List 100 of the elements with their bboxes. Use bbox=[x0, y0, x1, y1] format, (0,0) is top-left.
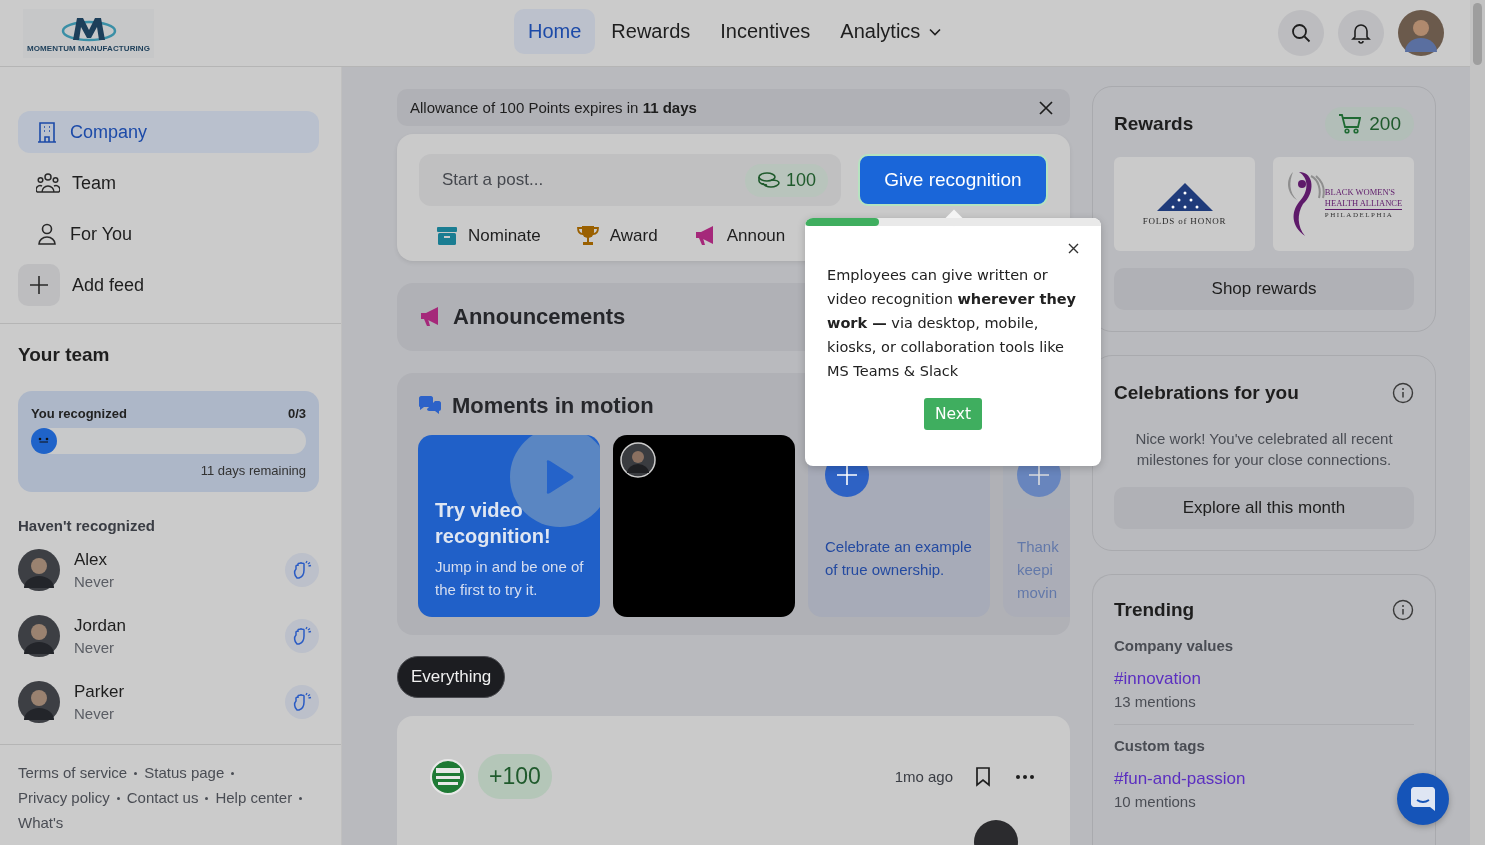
footer-link[interactable]: Help center bbox=[215, 787, 293, 809]
nav-tab[interactable]: Analytics bbox=[826, 9, 956, 54]
card-title: Celebrations for you bbox=[1114, 382, 1299, 404]
promo-title: Try video recognition! bbox=[435, 498, 552, 549]
logo[interactable]: MOMENTUM MANUFACTURING bbox=[23, 8, 155, 58]
chat-bubbles-icon bbox=[418, 396, 442, 416]
section-subtitle: Haven't recognized bbox=[18, 517, 156, 534]
progress-count: 0/3 bbox=[287, 406, 306, 421]
prompt-text: Thank bbox=[1017, 537, 1059, 557]
video-promo-card[interactable]: Try video recognition! Jump in and be one of the first to try it. bbox=[418, 435, 600, 617]
feed-item[interactable]: Company bbox=[18, 111, 319, 153]
coins-icon bbox=[756, 171, 781, 189]
action-button[interactable]: Award bbox=[576, 223, 658, 249]
group-label: Company values bbox=[1114, 637, 1235, 654]
face-icon[interactable] bbox=[31, 428, 57, 454]
mention-count: 13 mentions bbox=[1114, 693, 1196, 710]
avatar bbox=[18, 681, 60, 723]
feed-item[interactable]: Team bbox=[18, 162, 319, 204]
celebrations-text: Nice work! You've celebrated all recent milestones for your close connections. bbox=[1134, 429, 1394, 470]
clap-icon bbox=[292, 560, 312, 580]
flag-triangle-icon bbox=[1156, 182, 1213, 211]
info-icon[interactable] bbox=[1392, 599, 1414, 621]
avatar bbox=[620, 442, 656, 478]
separator-dot bbox=[134, 771, 138, 775]
action-button[interactable]: Nominate bbox=[437, 223, 541, 249]
building-icon bbox=[36, 121, 58, 143]
prompt-text: Celebrate an example of true ownership. bbox=[825, 537, 973, 580]
user-avatar[interactable] bbox=[1398, 10, 1444, 56]
nav-tab[interactable]: Rewards bbox=[597, 9, 705, 54]
search-button[interactable] bbox=[1278, 10, 1324, 56]
caret-icon bbox=[929, 27, 942, 36]
clap-icon bbox=[292, 626, 312, 646]
last-recognized: Never bbox=[74, 705, 115, 722]
more-icon[interactable] bbox=[1015, 773, 1035, 780]
action-button[interactable]: Announ bbox=[693, 223, 786, 249]
megaphone-icon bbox=[419, 307, 441, 327]
hashtag-link[interactable]: #innovation bbox=[1114, 669, 1201, 689]
partner-name: FOLDS of HONOR bbox=[1142, 215, 1227, 226]
footer-link[interactable]: Status page bbox=[144, 762, 225, 784]
group-label: Custom tags bbox=[1114, 737, 1206, 754]
footer-link[interactable]: Privacy policy bbox=[18, 787, 110, 809]
prompt-text: keepi bbox=[1017, 560, 1053, 580]
filter-chip[interactable]: Everything bbox=[397, 656, 506, 698]
bookmark-icon[interactable] bbox=[975, 766, 991, 787]
last-recognized: Never bbox=[74, 639, 115, 656]
partner-name: BLACK WOMEN'S bbox=[1324, 187, 1396, 198]
prompt-text: movin bbox=[1017, 583, 1057, 603]
scrollbar[interactable] bbox=[1470, 0, 1485, 845]
points-badge: +100 bbox=[478, 754, 552, 799]
card-title: Moments in motion bbox=[452, 393, 654, 419]
nav-tab[interactable]: Home bbox=[514, 9, 596, 54]
mention-count: 10 mentions bbox=[1114, 793, 1196, 810]
logo-text: MOMENTUM MANUFACTURING bbox=[27, 43, 151, 53]
nav-tab[interactable]: Incentives bbox=[706, 9, 825, 54]
bell-icon bbox=[1351, 22, 1371, 44]
person-icon bbox=[36, 223, 58, 245]
trophy-icon bbox=[576, 226, 599, 246]
partner-name: HEALTH ALLIANCE bbox=[1324, 198, 1403, 209]
avatar bbox=[18, 615, 60, 657]
footer-link[interactable]: Contact us bbox=[126, 787, 199, 809]
section-title: Your team bbox=[18, 344, 111, 366]
chat-icon bbox=[1410, 786, 1436, 812]
next-button[interactable]: Next bbox=[923, 398, 983, 430]
separator-dot bbox=[205, 796, 209, 800]
promo-text: Jump in and be one of the first to try it. bbox=[435, 557, 585, 600]
video-thumbnail[interactable] bbox=[613, 435, 795, 617]
avatar bbox=[18, 549, 60, 591]
close-icon[interactable] bbox=[1039, 100, 1053, 115]
separator-dot bbox=[231, 771, 235, 775]
plus-icon bbox=[18, 264, 60, 306]
clap-button[interactable] bbox=[285, 685, 319, 719]
close-icon[interactable] bbox=[1068, 243, 1079, 254]
footer-link[interactable]: What's bbox=[18, 812, 64, 834]
feed-item[interactable]: Add feed bbox=[18, 264, 319, 306]
footer-link[interactable]: Terms of service bbox=[18, 762, 128, 784]
clap-button[interactable] bbox=[285, 619, 319, 653]
separator-dot bbox=[116, 796, 120, 800]
hashtag-link[interactable]: #fun-and-passion bbox=[1114, 769, 1246, 789]
points-balance: 200 bbox=[1325, 107, 1414, 141]
person-name: Parker bbox=[74, 682, 126, 702]
clap-button[interactable] bbox=[285, 553, 319, 587]
shop-rewards-button[interactable]: Shop rewards bbox=[1114, 268, 1414, 310]
card-title: Rewards bbox=[1114, 113, 1194, 135]
notifications-button[interactable] bbox=[1338, 10, 1384, 56]
partner-tile[interactable]: FOLDS of HONOR bbox=[1114, 157, 1255, 251]
cart-icon bbox=[1339, 114, 1362, 134]
post-input[interactable]: Start a post... bbox=[440, 169, 745, 191]
card-title: Announcements bbox=[453, 304, 626, 330]
give-recognition-button[interactable]: Give recognition bbox=[858, 154, 1048, 206]
days-remaining: 11 days remaining bbox=[199, 463, 306, 478]
search-icon bbox=[1291, 23, 1311, 43]
info-icon[interactable] bbox=[1392, 382, 1414, 404]
badge-icon bbox=[430, 758, 466, 795]
card-title: Trending bbox=[1114, 599, 1195, 621]
feed-item[interactable]: For You bbox=[18, 213, 319, 255]
megaphone-icon bbox=[693, 226, 716, 246]
person-name: Alex bbox=[74, 550, 109, 570]
post-field[interactable]: Start a post... 100 bbox=[419, 154, 841, 206]
tooltip-text: Employees can give written or video recognition wherever they work — via desktop, mobile, kiosks, or collaboration tools like MS Teams & Slack bbox=[827, 266, 1077, 381]
explore-button[interactable]: Explore all this month bbox=[1114, 487, 1414, 529]
